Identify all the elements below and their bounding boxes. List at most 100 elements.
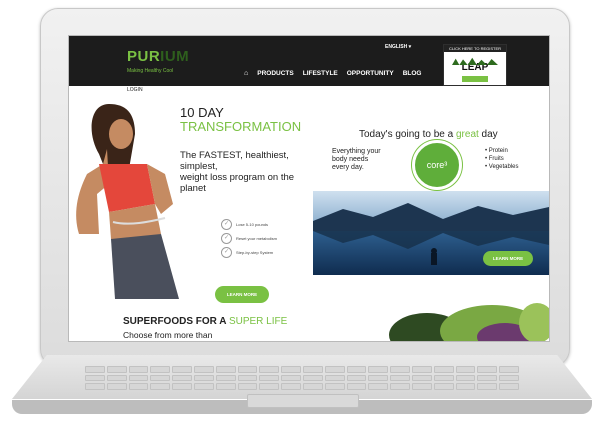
keyboard-key: [106, 374, 127, 382]
keyboard-key: [237, 383, 258, 390]
register-text: CLICK HERE TO REGISTER: [444, 45, 506, 52]
keyboard-key: [390, 366, 410, 373]
keyboard-key: [302, 366, 323, 373]
keyboard-key: [324, 366, 345, 373]
superfoods-text: SUPERFOODS FOR A: [123, 316, 229, 327]
keyboard-key: [390, 383, 410, 390]
keyboard-key: [433, 383, 454, 390]
bullet-fruits: • Fruits: [485, 156, 504, 162]
checklist-item: ✓ Step-by-step System: [221, 245, 277, 259]
learn-more-button-transformation[interactable]: LEARN MORE: [215, 286, 269, 303]
purium-logo[interactable]: PURIUM: [127, 48, 189, 65]
keyboard-key: [455, 374, 476, 382]
keyboard-key: [150, 383, 171, 390]
cabbage-image: [389, 303, 549, 341]
keyboard-key: [85, 366, 105, 373]
keyboard-key: [237, 374, 258, 382]
keyboard-key: [346, 383, 367, 390]
keyboard-key: [106, 366, 127, 373]
nav-item-blog[interactable]: BLOG: [403, 70, 422, 77]
login-link[interactable]: LOGIN: [127, 87, 143, 93]
laptop-keyboard: [85, 366, 519, 390]
body-needs-line-3: every day.: [332, 164, 364, 171]
main-nav: ⌂ PRODUCTS LIFESTYLE OPPORTUNITY BLOG: [244, 70, 421, 77]
keyboard-key: [281, 374, 301, 382]
keyboard-key: [346, 366, 367, 373]
superfoods-heading: SUPERFOODS FOR A SUPER LIFE: [123, 316, 287, 327]
keyboard-key: [150, 374, 171, 382]
keyboard-key: [193, 374, 214, 382]
headline-line-2: simplest,: [180, 161, 218, 172]
super-life-text: SUPER LIFE: [228, 316, 288, 327]
title-10-day: 10 DAY: [180, 105, 224, 120]
check-icon: ✓: [221, 232, 232, 244]
keyboard-key: [433, 366, 454, 373]
weight-loss-headline: The FASTEST, healthiest, simplest, weigh…: [180, 150, 300, 194]
keyboard-key: [346, 374, 367, 382]
keyboard-key: [193, 383, 214, 390]
keyboard-key: [433, 374, 454, 382]
great-day-heading: Today's going to be a great day: [359, 129, 498, 140]
keyboard-key: [128, 383, 149, 390]
keyboard-key: [324, 374, 345, 382]
nutrient-bullets: • Protein • Fruits • Vegetables: [485, 147, 518, 171]
learn-more-button-core[interactable]: LEARN MORE: [483, 251, 533, 266]
headline-line-3: weight loss program on the: [180, 172, 295, 183]
checklist-text: Reset your metabolism: [236, 235, 277, 241]
keyboard-key: [390, 374, 410, 382]
checklist-item: ✓ Lose 5-10 pounds: [221, 217, 277, 231]
register-accent-bar: [462, 76, 488, 82]
register-card[interactable]: CLICK HERE TO REGISTER LEAP: [443, 44, 507, 86]
laptop-trackpad: [247, 394, 359, 408]
keyboard-key: [215, 366, 236, 373]
keyboard-key: [259, 366, 280, 373]
core-3-badge: core³: [412, 140, 462, 190]
keyboard-key: [411, 374, 432, 382]
body-needs-line-1: Everything your: [332, 148, 381, 155]
great-day-text: Today's going to be a: [359, 129, 456, 140]
keyboard-key: [172, 383, 192, 390]
keyboard-key: [281, 383, 301, 390]
keyboard-key: [128, 374, 149, 382]
keyboard-key: [172, 374, 192, 382]
keyboard-key: [237, 366, 258, 373]
keyboard-key: [477, 374, 498, 382]
keyboard-key: [215, 383, 236, 390]
keyboard-key: [477, 383, 498, 390]
keyboard-key: [172, 366, 192, 373]
checklist-item: ✓ Reset your metabolism: [221, 231, 277, 245]
choose-text: Choose from more than: [123, 330, 213, 340]
keyboard-key: [368, 383, 389, 390]
check-icon: ✓: [221, 246, 232, 258]
bullet-protein: • Protein: [485, 148, 508, 154]
headline-line-4: planet: [180, 183, 206, 194]
laptop-screen: PURIUM Making Healthy Cool ENGLISH ▾ ⌂ P…: [68, 35, 550, 342]
keyboard-key: [499, 366, 519, 373]
keyboard-key: [499, 383, 519, 390]
keyboard-key: [85, 374, 105, 382]
body-needs-line-2: body needs: [332, 156, 369, 163]
nav-item-opportunity[interactable]: OPPORTUNITY: [347, 70, 394, 77]
logo-text-left: PUR: [127, 48, 161, 65]
keyboard-key: [411, 366, 432, 373]
headline-line-1: The FASTEST, healthiest,: [180, 150, 289, 161]
checklist-text: Step-by-step System: [236, 249, 274, 255]
keyboard-key: [499, 374, 519, 382]
keyboard-key: [455, 383, 476, 390]
check-icon: ✓: [221, 218, 232, 230]
logo-tagline: Making Healthy Cool: [127, 68, 174, 74]
bullet-vegetables: • Vegetables: [485, 164, 519, 170]
nav-item-lifestyle[interactable]: LIFESTYLE: [303, 70, 338, 77]
site-header: PURIUM Making Healthy Cool ENGLISH ▾ ⌂ P…: [69, 36, 549, 86]
nav-item-products[interactable]: PRODUCTS: [257, 70, 293, 77]
language-selector[interactable]: ENGLISH ▾: [385, 44, 411, 50]
logo-text-right: IUM: [160, 48, 190, 65]
great-word: great: [455, 129, 479, 140]
keyboard-key: [150, 366, 171, 373]
keyboard-key: [368, 366, 389, 373]
keyboard-key: [85, 383, 105, 390]
keyboard-key: [259, 383, 280, 390]
keyboard-key: [324, 383, 345, 390]
day-word: day: [478, 129, 498, 140]
nav-home-icon[interactable]: ⌂: [244, 70, 248, 77]
